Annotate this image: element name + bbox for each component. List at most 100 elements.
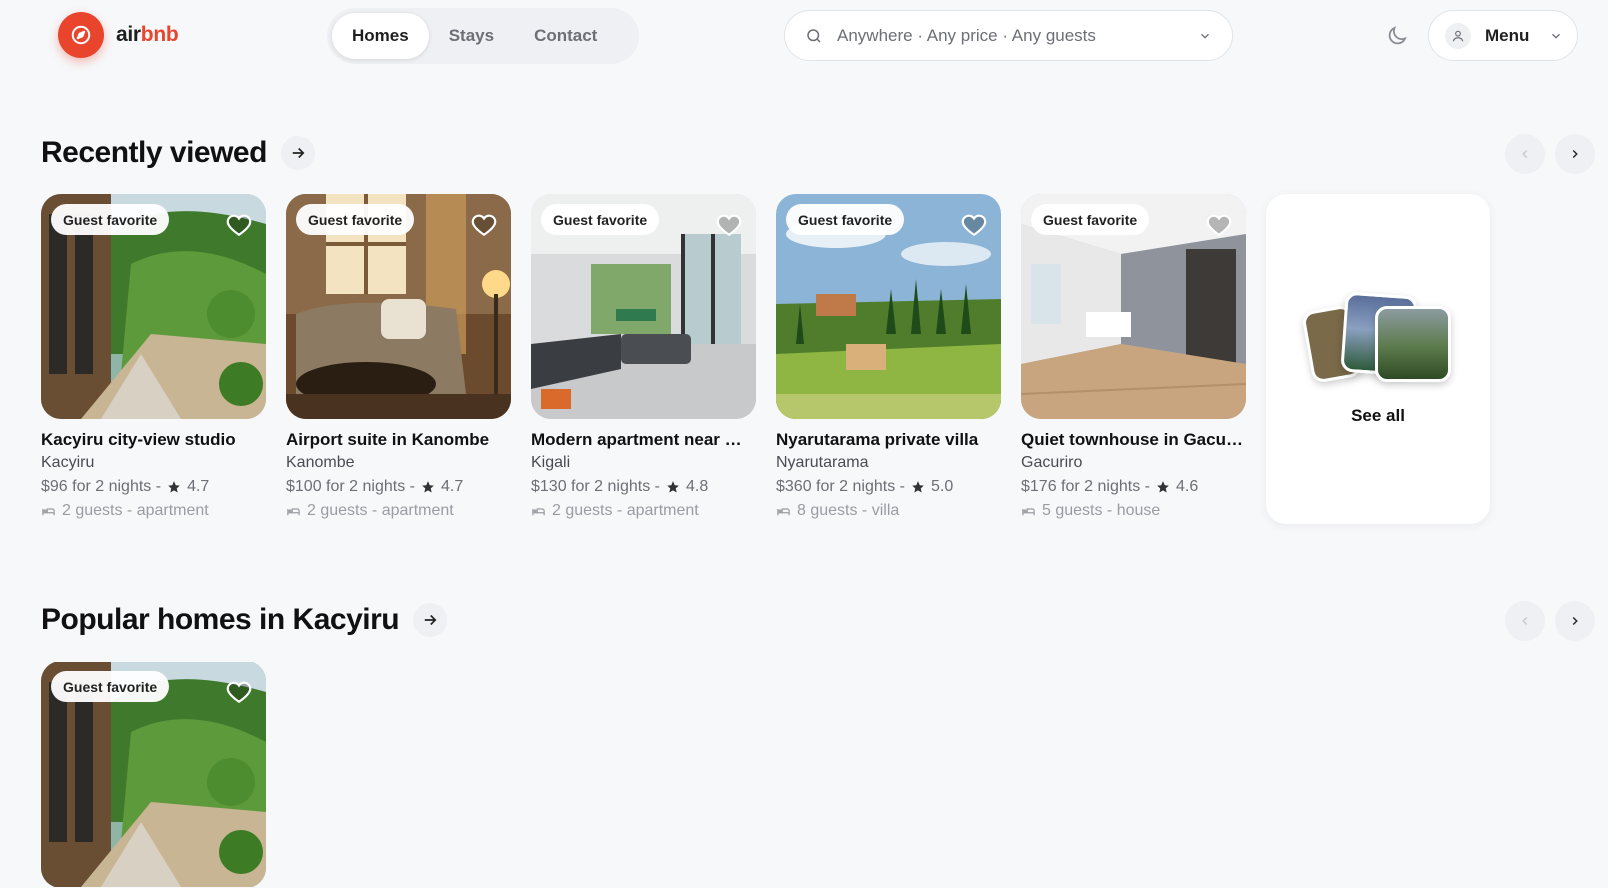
listing-price-row: $176 for 2 nights - 4.6: [1021, 478, 1246, 496]
listing-meta-row: 2 guests - apartment: [41, 502, 266, 520]
search-icon: [807, 28, 821, 43]
photo-stack: [1301, 291, 1453, 388]
star-icon: [1157, 481, 1169, 493]
listing-meta-row: 2 guests - apartment: [531, 502, 756, 520]
listing-card[interactable]: Guest favorite Kacyiru city-view studio …: [41, 194, 266, 524]
logo[interactable]: airbnb: [58, 12, 179, 58]
chevron-right-icon: [1572, 150, 1578, 158]
brand-part-1: air: [116, 23, 141, 46]
star-icon: [422, 481, 434, 493]
next-button[interactable]: [1555, 134, 1595, 174]
bed-icon: [287, 507, 300, 515]
chevron-down-icon: [1552, 33, 1560, 39]
listing-price-row: $100 for 2 nights - 4.7: [286, 478, 511, 496]
listing-location: Kigali: [531, 454, 571, 471]
heart-icon[interactable]: [471, 212, 497, 238]
section-title: Recently viewed: [41, 136, 267, 169]
listing-photo[interactable]: Guest favorite: [531, 194, 756, 419]
listing-price: $100 for 2 nights -: [286, 478, 415, 495]
nav-contact[interactable]: Contact: [514, 13, 617, 59]
listing-price-row: $360 for 2 nights - 5.0: [776, 478, 1001, 496]
listing-card[interactable]: Guest favorite Nyarutarama private villa…: [776, 194, 1001, 524]
heart-icon[interactable]: [1206, 212, 1232, 238]
dark-mode-toggle-icon[interactable]: [1385, 24, 1409, 48]
chevron-right-icon: [1572, 617, 1578, 625]
search-bar[interactable]: Anywhere · Any price · Any guests: [784, 10, 1233, 61]
listing-location: Kanombe: [286, 454, 355, 471]
guest-favorite-badge: Guest favorite: [541, 204, 660, 235]
chevron-left-icon: [1522, 617, 1528, 625]
listing-card[interactable]: Guest favorite Modern apartment near … K…: [531, 194, 756, 524]
listing-title: Airport suite in Kanombe: [286, 430, 490, 449]
listing-photo[interactable]: Guest favorite: [1021, 194, 1246, 419]
section-title: Popular homes in Kacyiru: [41, 603, 400, 636]
listing-price: $96 for 2 nights -: [41, 478, 162, 495]
bed-icon: [42, 507, 55, 515]
arrow-right-icon[interactable]: [413, 603, 448, 637]
heart-icon[interactable]: [716, 212, 742, 238]
listing-rating: 4.7: [440, 478, 464, 495]
listing-title: Quiet townhouse in Gacur…: [1021, 430, 1246, 449]
chevron-left-icon: [1522, 150, 1528, 158]
chevron-down-icon: [1201, 33, 1209, 39]
listing-card[interactable]: Guest favorite Quiet townhouse in Gacur……: [1021, 194, 1246, 524]
compass-icon: [58, 12, 104, 58]
heart-icon[interactable]: [226, 212, 252, 238]
brand-name: airbnb: [116, 23, 179, 47]
listing-meta-row: 8 guests - villa: [776, 502, 1001, 520]
popular-listings: Guest favorite: [41, 661, 266, 888]
menu-button[interactable]: Menu: [1428, 10, 1578, 61]
brand-part-2: bnb: [140, 23, 179, 46]
nav-stays[interactable]: Stays: [429, 13, 514, 59]
search-summary: Anywhere · Any price · Any guests: [837, 25, 1096, 45]
guest-favorite-badge: Guest favorite: [51, 671, 170, 702]
listing-location: Gacuriro: [1021, 454, 1083, 471]
star-icon: [912, 481, 924, 493]
bed-icon: [777, 507, 790, 515]
listing-meta: 5 guests - house: [1042, 502, 1161, 519]
see-all-label: See all: [1351, 406, 1405, 425]
listing-card[interactable]: Guest favorite Airport suite in Kanombe …: [286, 194, 511, 524]
listing-price: $130 for 2 nights -: [531, 478, 660, 495]
prev-button[interactable]: [1505, 601, 1545, 641]
listing-meta: 2 guests - apartment: [62, 502, 209, 519]
listing-photo[interactable]: Guest favorite: [41, 194, 266, 419]
listing-photo[interactable]: Guest favorite: [41, 661, 266, 888]
heart-icon[interactable]: [226, 679, 252, 705]
listing-location: Kacyiru: [41, 454, 95, 471]
listing-meta-row: 5 guests - house: [1021, 502, 1246, 520]
listing-photo[interactable]: Guest favorite: [776, 194, 1001, 419]
listing-rating: 5.0: [930, 478, 954, 495]
listing-meta: 2 guests - apartment: [552, 502, 699, 519]
bed-icon: [532, 507, 545, 515]
bed-icon: [1022, 507, 1035, 515]
prev-button[interactable]: [1505, 134, 1545, 174]
see-all-card[interactable]: See all: [1266, 194, 1490, 524]
listing-price-row: $130 for 2 nights - 4.8: [531, 478, 756, 496]
listing-title: Kacyiru city-view studio: [41, 430, 236, 449]
listing-photo[interactable]: Guest favorite: [286, 194, 511, 419]
guest-favorite-badge: Guest favorite: [296, 204, 415, 235]
guest-favorite-badge: Guest favorite: [51, 204, 170, 235]
listing-meta-row: 2 guests - apartment: [286, 502, 511, 520]
recent-listings: Guest favorite Kacyiru city-view studio …: [41, 194, 1490, 524]
recent-pager: [1505, 134, 1595, 174]
listing-rating: 4.8: [685, 478, 709, 495]
listing-rating: 4.6: [1175, 478, 1199, 495]
arrow-right-icon[interactable]: [280, 136, 315, 170]
heart-icon[interactable]: [961, 212, 987, 238]
next-button[interactable]: [1555, 601, 1595, 641]
listing-meta: 8 guests - villa: [797, 502, 900, 519]
listing-title: Modern apartment near …: [531, 430, 742, 449]
recent-section-header: Recently viewed: [41, 136, 315, 170]
listing-location: Nyarutarama: [776, 454, 869, 471]
menu-label: Menu: [1485, 25, 1530, 45]
nav-homes[interactable]: Homes: [332, 13, 429, 59]
listing-card[interactable]: Guest favorite: [41, 661, 266, 888]
listing-price: $360 for 2 nights -: [776, 478, 905, 495]
main-nav: Homes Stays Contact: [327, 8, 639, 64]
listing-meta: 2 guests - apartment: [307, 502, 454, 519]
popular-section-header: Popular homes in Kacyiru: [41, 603, 448, 637]
guest-favorite-badge: Guest favorite: [1031, 204, 1150, 235]
listing-rating: 4.7: [187, 478, 210, 495]
